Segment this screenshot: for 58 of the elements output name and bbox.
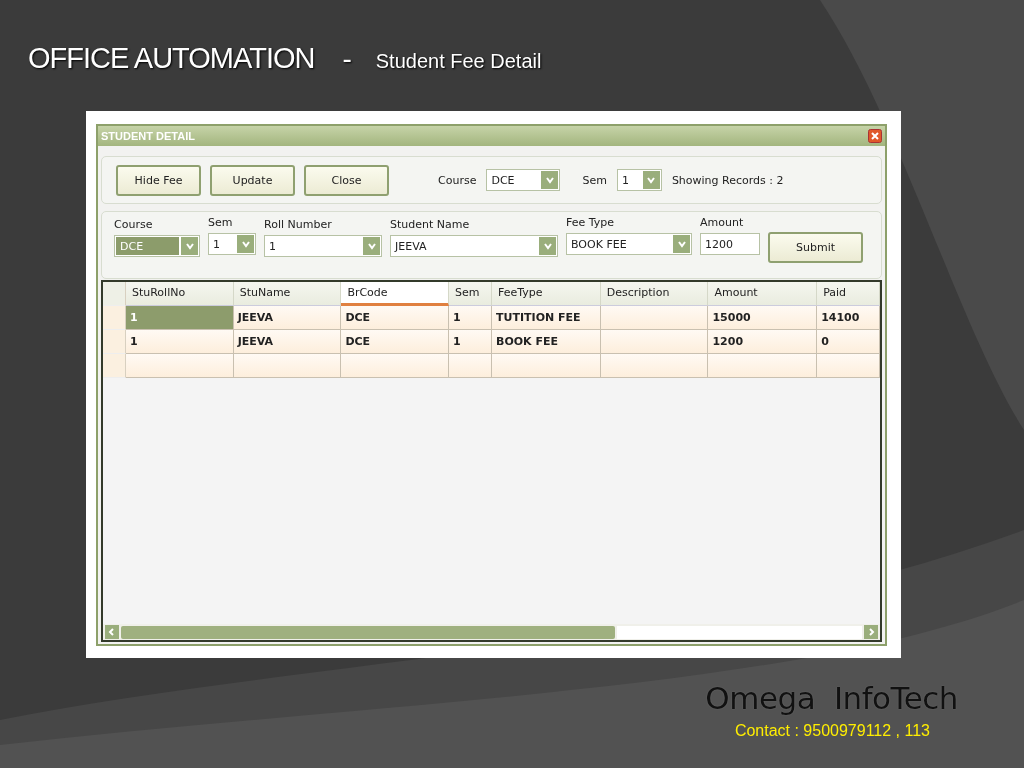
toolbar-button[interactable]: Close — [304, 164, 389, 196]
table-cell: 1 — [125, 330, 234, 354]
dropdown-field[interactable]: BOOK FEE — [566, 233, 692, 255]
column-header[interactable]: StuName — [233, 282, 342, 306]
new-row-cell — [817, 354, 880, 378]
company-name: Omega InfoTech — [705, 680, 958, 716]
title-separator: - — [342, 43, 352, 75]
table-cell: DCE — [341, 330, 450, 354]
slide-subtitle: Student Fee Detail — [375, 50, 542, 73]
field-label: Roll Number — [264, 218, 333, 232]
scroll-left-icon[interactable] — [105, 625, 119, 639]
table-cell: 15000 — [708, 306, 818, 330]
input-field[interactable]: 1200 — [700, 233, 760, 255]
scroll-thumb[interactable] — [121, 625, 615, 639]
row-header — [103, 282, 126, 306]
table-cell: 14100 — [817, 306, 880, 330]
window-title: STUDENT DETAIL — [101, 130, 195, 142]
table-cell: JEEVA — [233, 330, 342, 354]
table-cell: DCE — [341, 306, 450, 330]
contact-info: Contact : 9500979112 , 113 — [734, 722, 930, 740]
field-label: Course — [114, 218, 154, 232]
column-header[interactable]: FeeType — [492, 282, 601, 306]
column-header[interactable]: Amount — [708, 282, 818, 306]
field-label: Fee Type — [566, 216, 616, 230]
filter-label: Sem — [582, 173, 607, 187]
filter-dropdown[interactable]: 1 — [616, 169, 662, 191]
column-header[interactable]: Description — [600, 282, 709, 306]
column-header[interactable]: Sem — [449, 282, 492, 306]
field-label: Amount — [700, 216, 745, 230]
table-cell: 1 — [449, 330, 492, 354]
row-header — [103, 354, 126, 378]
column-header[interactable]: BrCode — [341, 282, 450, 306]
table-cell: TUTITION FEE — [492, 306, 601, 330]
table-cell: BOOK FEE — [492, 330, 601, 354]
close-icon[interactable] — [868, 129, 882, 143]
slide-title: OFFICE AUTOMATION — [28, 42, 315, 75]
row-header — [103, 330, 126, 354]
new-row-cell — [449, 354, 492, 378]
table-cell: 1 — [125, 306, 234, 330]
dropdown-field[interactable]: JEEVA — [390, 235, 558, 257]
toolbar-button[interactable]: Update — [210, 164, 295, 196]
dropdown-field[interactable]: 1 — [264, 235, 382, 257]
table-cell: 1200 — [708, 330, 818, 354]
field-label: Student Name — [390, 218, 471, 232]
submit-button[interactable]: Submit — [768, 232, 863, 263]
column-header[interactable]: StuRollNo — [125, 282, 234, 306]
filter-dropdown[interactable]: DCE — [486, 169, 561, 191]
field-label: Sem — [208, 216, 234, 230]
filter-label: Course — [438, 173, 477, 187]
scroll-right-icon[interactable] — [864, 625, 878, 639]
table-cell: 1 — [449, 306, 492, 330]
table-cell: 0 — [817, 330, 880, 354]
table-cell: JEEVA — [233, 306, 342, 330]
records-count: Showing Records : 2 — [671, 173, 784, 187]
row-header — [103, 306, 126, 330]
dropdown-field[interactable]: 1 — [208, 233, 256, 255]
column-header[interactable]: Paid — [817, 282, 880, 306]
toolbar-button[interactable]: Hide Fee — [116, 164, 201, 196]
